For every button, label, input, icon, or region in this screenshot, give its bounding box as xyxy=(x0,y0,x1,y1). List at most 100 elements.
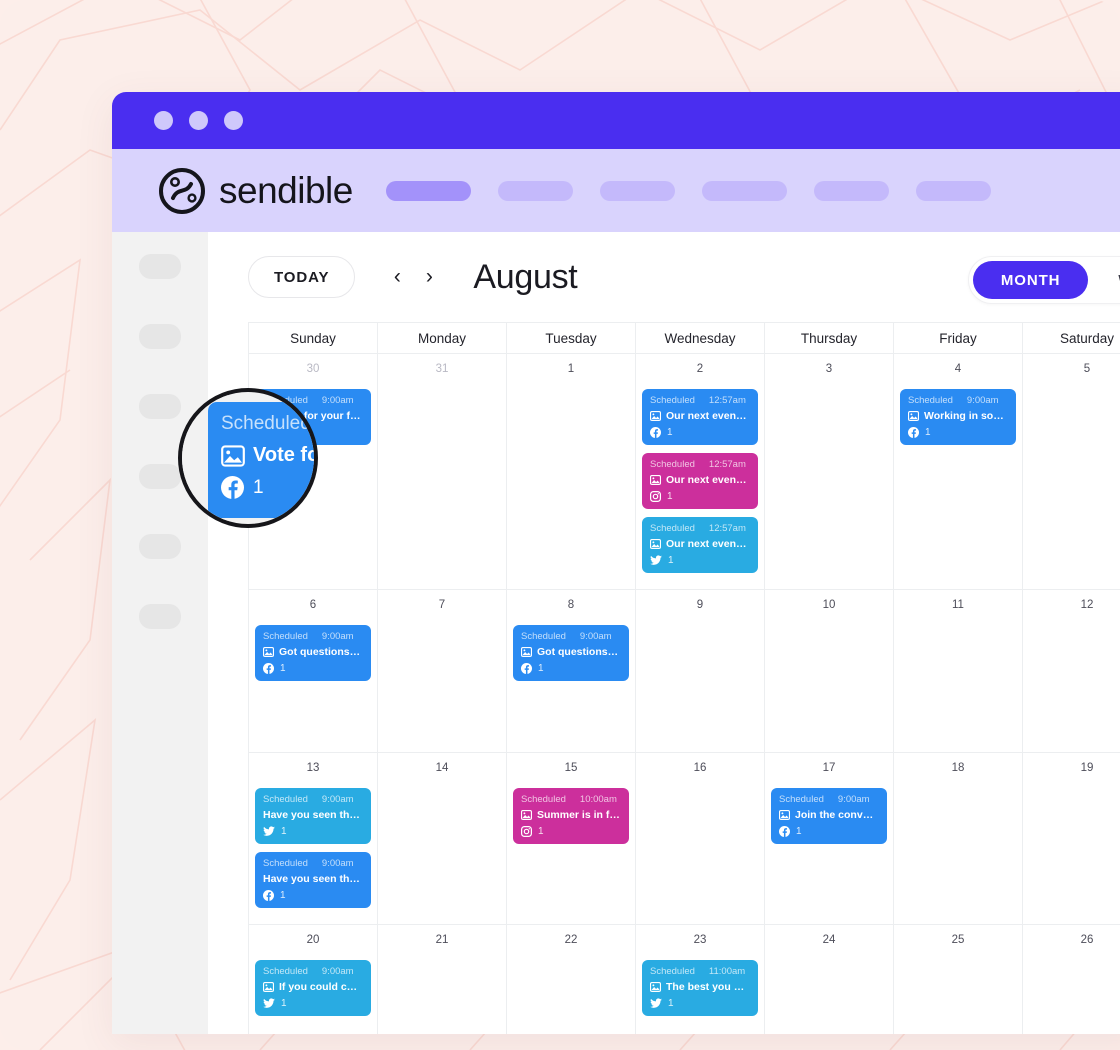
event-footer: 1 xyxy=(908,427,1008,438)
view-toggle: MONTH WEEK xyxy=(967,256,1120,304)
event-count: 1 xyxy=(668,555,674,566)
event-body: Got questions? Join our l... xyxy=(521,646,621,658)
chevron-left-icon[interactable]: ‹ xyxy=(385,262,409,292)
calendar-day-cell[interactable]: 21 xyxy=(378,925,507,1034)
event-status: Scheduled xyxy=(650,459,695,470)
window-title-bar xyxy=(112,92,1120,149)
calendar-event-card[interactable]: Scheduled 12:57am Our next event is comi… xyxy=(642,453,758,509)
sidebar-item-4[interactable] xyxy=(139,464,181,489)
calendar-day-cell[interactable]: 22 xyxy=(507,925,636,1034)
calendar-day-cell[interactable]: 10 xyxy=(765,590,894,753)
sidebar-item-3[interactable] xyxy=(139,394,181,419)
sidebar-item-6[interactable] xyxy=(139,604,181,629)
event-meta: Scheduled 9:00am xyxy=(779,794,879,805)
event-count: 1 xyxy=(280,663,286,674)
calendar-day-cell[interactable]: 16 xyxy=(636,753,765,925)
calendar-day-cell[interactable]: 20 Scheduled 9:00am If you could choose … xyxy=(248,925,378,1034)
event-count: 1 xyxy=(796,826,802,837)
nav-pill-5[interactable] xyxy=(813,180,889,201)
event-body: If you could choose this or... xyxy=(263,981,363,993)
day-number: 21 xyxy=(435,934,449,946)
calendar-event-card[interactable]: Scheduled 9:00am Have you seen the lates… xyxy=(255,788,371,844)
day-number: 25 xyxy=(951,934,965,946)
nav-pill-2[interactable] xyxy=(497,180,573,201)
calendar-day-cell[interactable]: 12 xyxy=(1023,590,1120,753)
calendar-day-cell[interactable]: 17 Scheduled 9:00am Join the conversatio… xyxy=(765,753,894,925)
event-time: 9:00am xyxy=(321,631,354,642)
calendar-event-card[interactable]: Scheduled 9:00am Got questions? Join our… xyxy=(513,625,629,681)
event-body: Have you seen the latest disc... xyxy=(263,809,363,821)
day-of-week-header: Thursday xyxy=(765,323,894,354)
calendar-event-card[interactable]: Scheduled 9:00am Got questions? Join our… xyxy=(255,625,371,681)
event-count: 1 xyxy=(667,491,673,502)
nav-pill-1[interactable] xyxy=(385,180,471,201)
chevron-right-icon[interactable]: › xyxy=(417,262,441,292)
window-minimize-dot[interactable] xyxy=(189,111,208,130)
event-footer: 1 xyxy=(263,890,363,901)
calendar-day-cell[interactable]: 6 Scheduled 9:00am Got questions? Join o… xyxy=(248,590,378,753)
event-footer: 1 xyxy=(263,998,363,1009)
calendar-day-cell[interactable]: 23 Scheduled 11:00am The best you will e… xyxy=(636,925,765,1034)
calendar-day-cell[interactable]: 8 Scheduled 9:00am Got questions? Join o… xyxy=(507,590,636,753)
calendar-day-cell[interactable]: 19 xyxy=(1023,753,1120,925)
event-time: 9:00am xyxy=(321,966,354,977)
magnified-event-status: Scheduled xyxy=(221,413,311,434)
event-text: Our next event is coming up xyxy=(666,474,750,486)
event-time: 9:00am xyxy=(321,858,354,869)
event-count: 1 xyxy=(281,998,287,1009)
calendar-event-card[interactable]: Scheduled 12:57am Our next event is comi… xyxy=(642,517,758,573)
calendar-day-cell[interactable]: 26 xyxy=(1023,925,1120,1034)
view-option-month[interactable]: MONTH xyxy=(972,261,1089,299)
calendar-day-cell[interactable]: 1 xyxy=(507,354,636,590)
magnified-event-text: Vote for xyxy=(253,444,314,466)
brand-logo[interactable]: sendible xyxy=(158,167,353,215)
calendar-day-cell[interactable]: 9 xyxy=(636,590,765,753)
window-close-dot[interactable] xyxy=(154,111,173,130)
magnified-event-card[interactable]: Scheduled Vote for 1 xyxy=(208,402,314,518)
event-footer: 1 xyxy=(650,427,750,438)
nav-pill-4[interactable] xyxy=(701,180,787,201)
event-count: 1 xyxy=(281,826,287,837)
today-button[interactable]: TODAY xyxy=(248,256,356,298)
facebook-icon xyxy=(263,890,274,901)
twitter-icon xyxy=(263,998,275,1008)
day-of-week-header: Saturday xyxy=(1023,323,1120,354)
event-body: Our next event is coming up xyxy=(650,538,750,550)
event-time: 9:00am xyxy=(321,395,354,406)
calendar-day-cell[interactable]: 13 Scheduled 9:00am Have you seen the la… xyxy=(248,753,378,925)
event-meta: Scheduled 9:00am xyxy=(263,631,363,642)
nav-pill-3[interactable] xyxy=(599,180,675,201)
calendar-event-card[interactable]: Scheduled 11:00am The best you will ever… xyxy=(642,960,758,1016)
window-maximize-dot[interactable] xyxy=(224,111,243,130)
nav-placeholder-pills xyxy=(385,180,991,201)
nav-pill-6[interactable] xyxy=(915,180,991,201)
calendar-day-cell[interactable]: 31 xyxy=(378,354,507,590)
event-footer: 1 xyxy=(650,491,750,502)
calendar-event-card[interactable]: Scheduled 9:00am Have you seen the lates… xyxy=(255,852,371,908)
day-number: 9 xyxy=(696,599,704,611)
calendar-day-cell[interactable]: 24 xyxy=(765,925,894,1034)
calendar-day-cell[interactable]: 15 Scheduled 10:00am Summer is in full s… xyxy=(507,753,636,925)
calendar-day-cell[interactable]: 11 xyxy=(894,590,1023,753)
event-status: Scheduled xyxy=(521,631,566,642)
calendar-day-cell[interactable]: 3 xyxy=(765,354,894,590)
facebook-icon xyxy=(908,427,919,438)
calendar-day-cell[interactable]: 14 xyxy=(378,753,507,925)
brand-name: sendible xyxy=(219,169,353,211)
view-option-week[interactable]: WEEK xyxy=(1090,261,1120,299)
sidebar-item-2[interactable] xyxy=(139,324,181,349)
sidebar-item-5[interactable] xyxy=(139,534,181,559)
calendar-day-cell[interactable]: 4 Scheduled 9:00am Working in social is … xyxy=(894,354,1023,590)
calendar-day-cell[interactable]: 2 Scheduled 12:57am Our next event is co… xyxy=(636,354,765,590)
calendar-event-card[interactable]: Scheduled 9:00am If you could choose thi… xyxy=(255,960,371,1016)
calendar-day-cell[interactable]: 7 xyxy=(378,590,507,753)
calendar-day-cell[interactable]: 5 xyxy=(1023,354,1120,590)
calendar-day-cell[interactable]: 18 xyxy=(894,753,1023,925)
calendar-event-card[interactable]: Scheduled 9:00am Working in social is so… xyxy=(900,389,1016,445)
event-time: 12:57am xyxy=(708,459,746,470)
calendar-day-cell[interactable]: 25 xyxy=(894,925,1023,1034)
calendar-event-card[interactable]: Scheduled 10:00am Summer is in full swin… xyxy=(513,788,629,844)
calendar-event-card[interactable]: Scheduled 12:57am Our next event is comi… xyxy=(642,389,758,445)
sidebar-item-1[interactable] xyxy=(139,254,181,279)
calendar-event-card[interactable]: Scheduled 9:00am Join the conversation 1 xyxy=(771,788,887,844)
